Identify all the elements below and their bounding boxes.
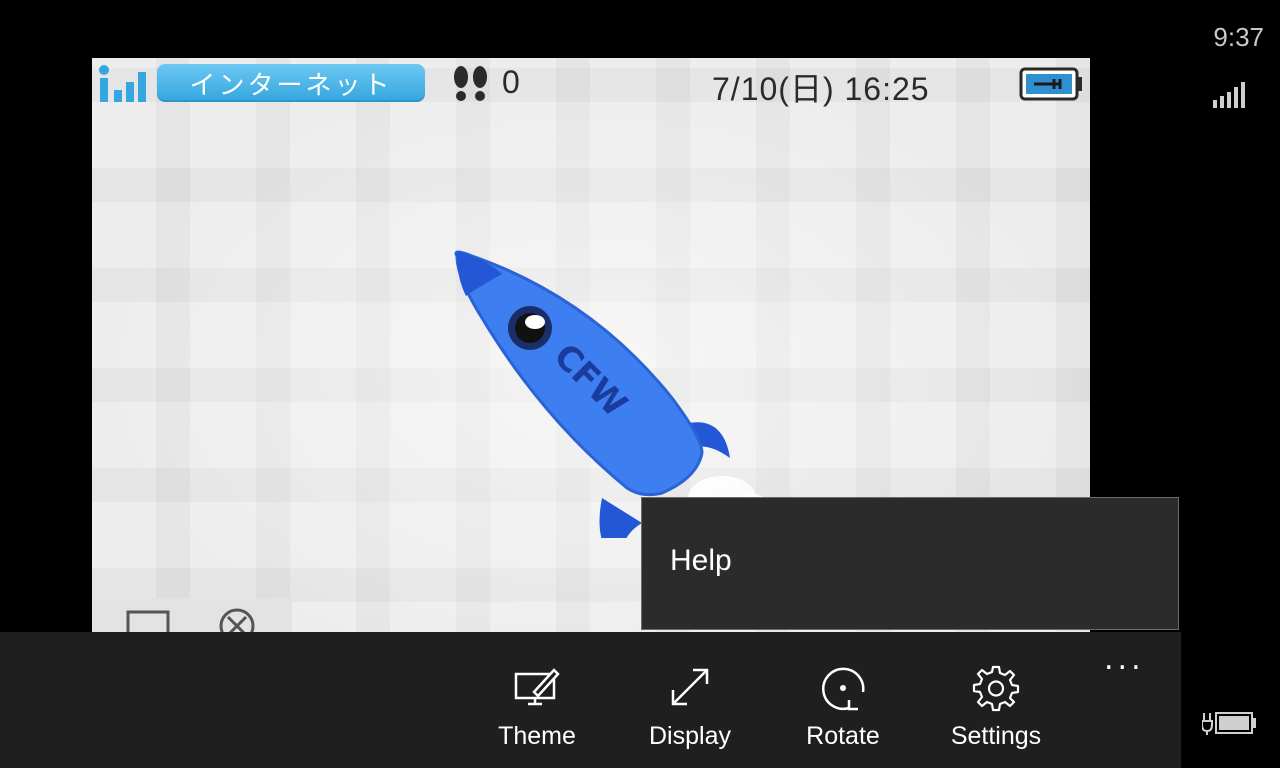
battery-icon <box>1019 67 1082 101</box>
more-options-button[interactable]: ... <box>1104 642 1145 677</box>
help-menu-item[interactable]: Help <box>670 544 732 578</box>
3ds-status-bar: インターネット 0 7/10(日) 16:25 <box>92 58 1090 110</box>
date-time: 7/10(日) 16:25 <box>712 71 930 107</box>
app-bar: Theme Display Rotate Settings ... <box>0 632 1181 768</box>
signal-bars-icon <box>1213 82 1245 108</box>
theme-icon <box>514 668 560 706</box>
theme-button[interactable]: Theme <box>462 632 612 768</box>
settings-button[interactable]: Settings <box>921 632 1071 768</box>
overflow-menu: Help <box>641 497 1179 630</box>
status-clock: 9:37 <box>1213 22 1264 52</box>
battery-charging-icon <box>1202 712 1256 735</box>
theme-label: Theme <box>498 722 576 750</box>
rotate-icon <box>822 667 865 711</box>
bottom-screen-hint-icons <box>92 598 292 632</box>
display-button[interactable]: Display <box>615 632 765 768</box>
gear-icon <box>972 665 1020 712</box>
rotate-label: Rotate <box>806 722 880 750</box>
phone-status-bar: 9:37 <box>1180 0 1280 768</box>
resize-icon <box>671 668 709 706</box>
internet-status-badge: インターネット <box>157 64 425 102</box>
settings-label: Settings <box>950 722 1042 750</box>
wifi-strength-icon <box>99 65 146 102</box>
step-counter: 0 <box>502 64 520 100</box>
rotate-button[interactable]: Rotate <box>768 632 918 768</box>
cfw-rocket-image: CFW <box>454 250 762 538</box>
display-label: Display <box>649 722 731 750</box>
footsteps-icon <box>454 66 487 101</box>
